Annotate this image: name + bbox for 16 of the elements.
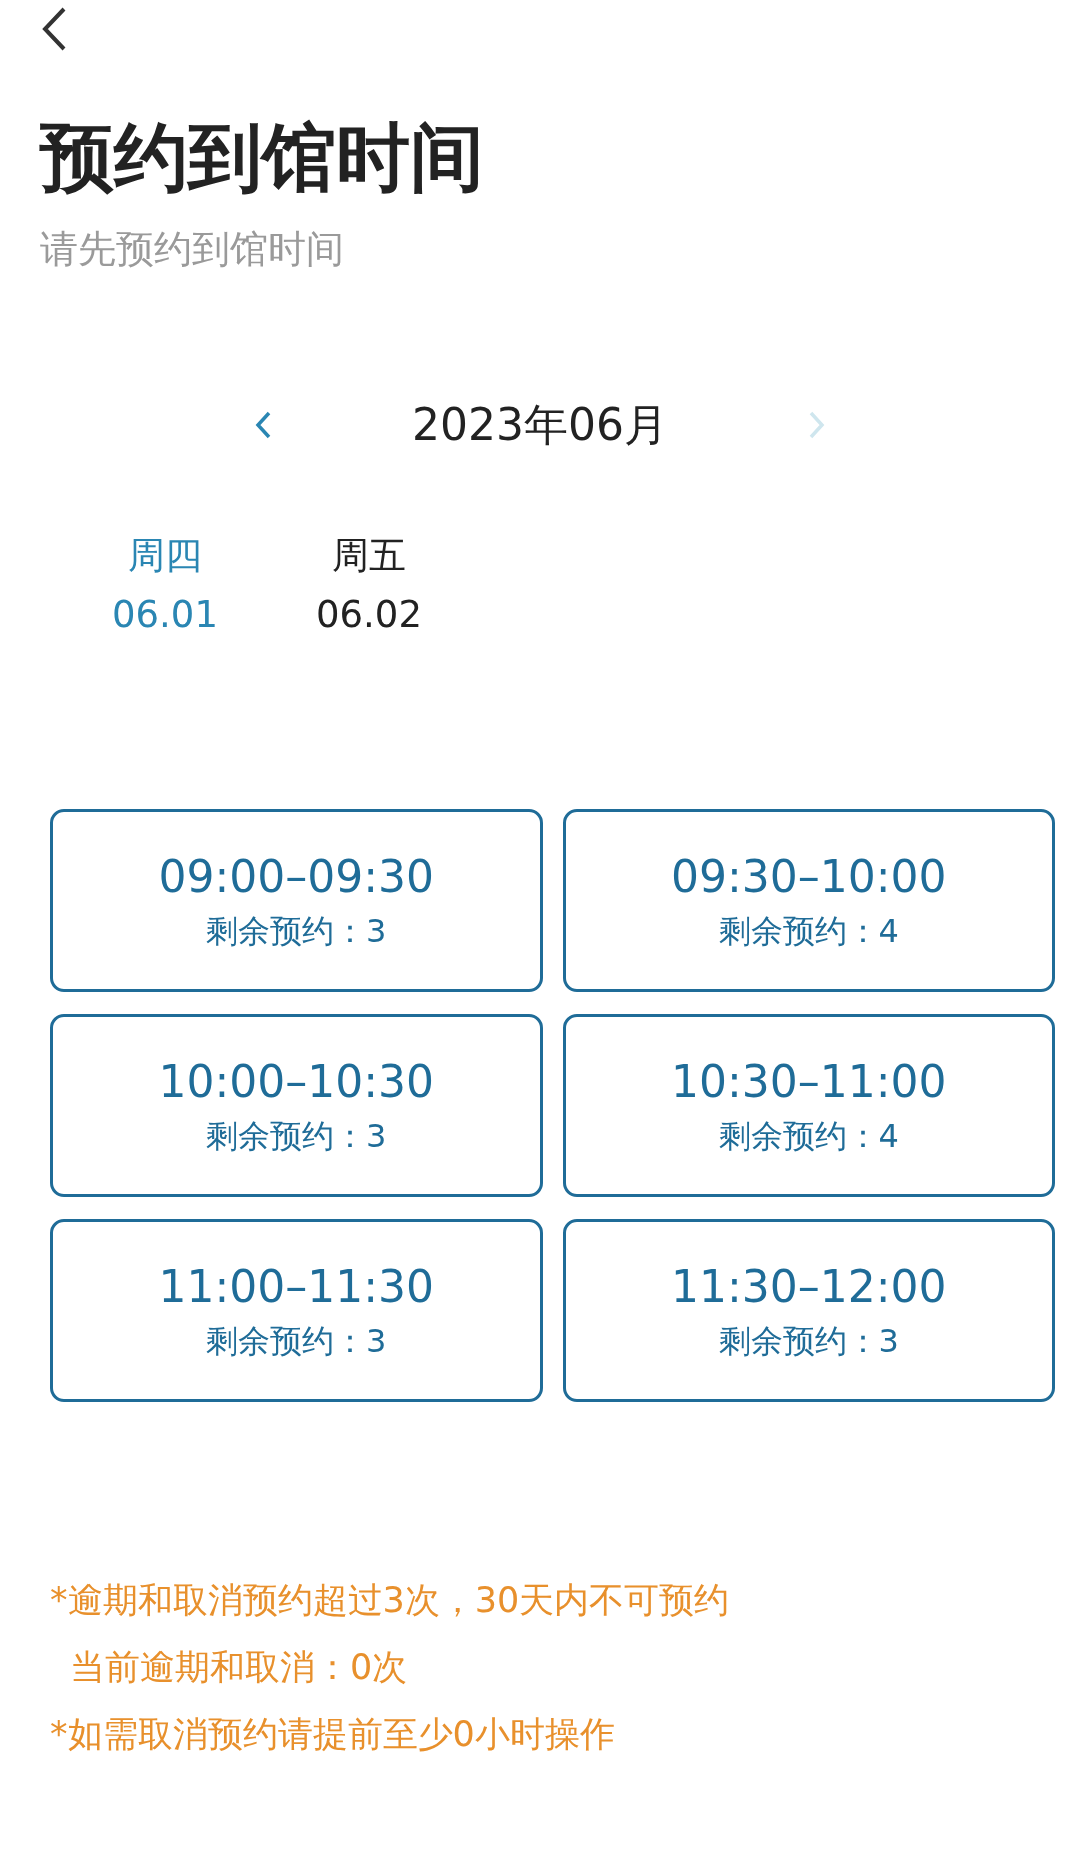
notice-text: *逾期和取消预约超过3次，30天内不可预约 (50, 1582, 731, 1619)
day-tab[interactable]: 周四 06.01 (80, 525, 250, 715)
previous-month-icon[interactable] (254, 410, 272, 440)
month-label: 2023年06月 (411, 397, 669, 452)
time-slot-button[interactable]: 10:00–10:30 剩余预约：3 (50, 1014, 543, 1197)
time-slot-button[interactable]: 11:00–11:30 剩余预约：3 (50, 1219, 543, 1402)
time-slot-button[interactable]: 09:30–10:00 剩余预约：4 (562, 809, 1055, 992)
time-slot-button[interactable]: 11:30–12:00 剩余预约：3 (562, 1219, 1055, 1402)
page-subtitle: 请先预约到馆时间 (40, 230, 345, 268)
page-title: 预约到馆时间 (40, 120, 485, 194)
day-tab[interactable]: 周五 06.02 (284, 525, 454, 715)
back-icon[interactable] (40, 6, 68, 52)
time-slot-button[interactable]: 10:30–11:00 剩余预约：4 (562, 1014, 1055, 1197)
status-text: 当前逾期和取消：0次 (69, 1648, 409, 1686)
time-slot-button[interactable]: 09:00–09:30 剩余预约：3 (50, 809, 543, 992)
notice-text: *如需取消预约请提前至少0小时操作 (50, 1715, 616, 1753)
